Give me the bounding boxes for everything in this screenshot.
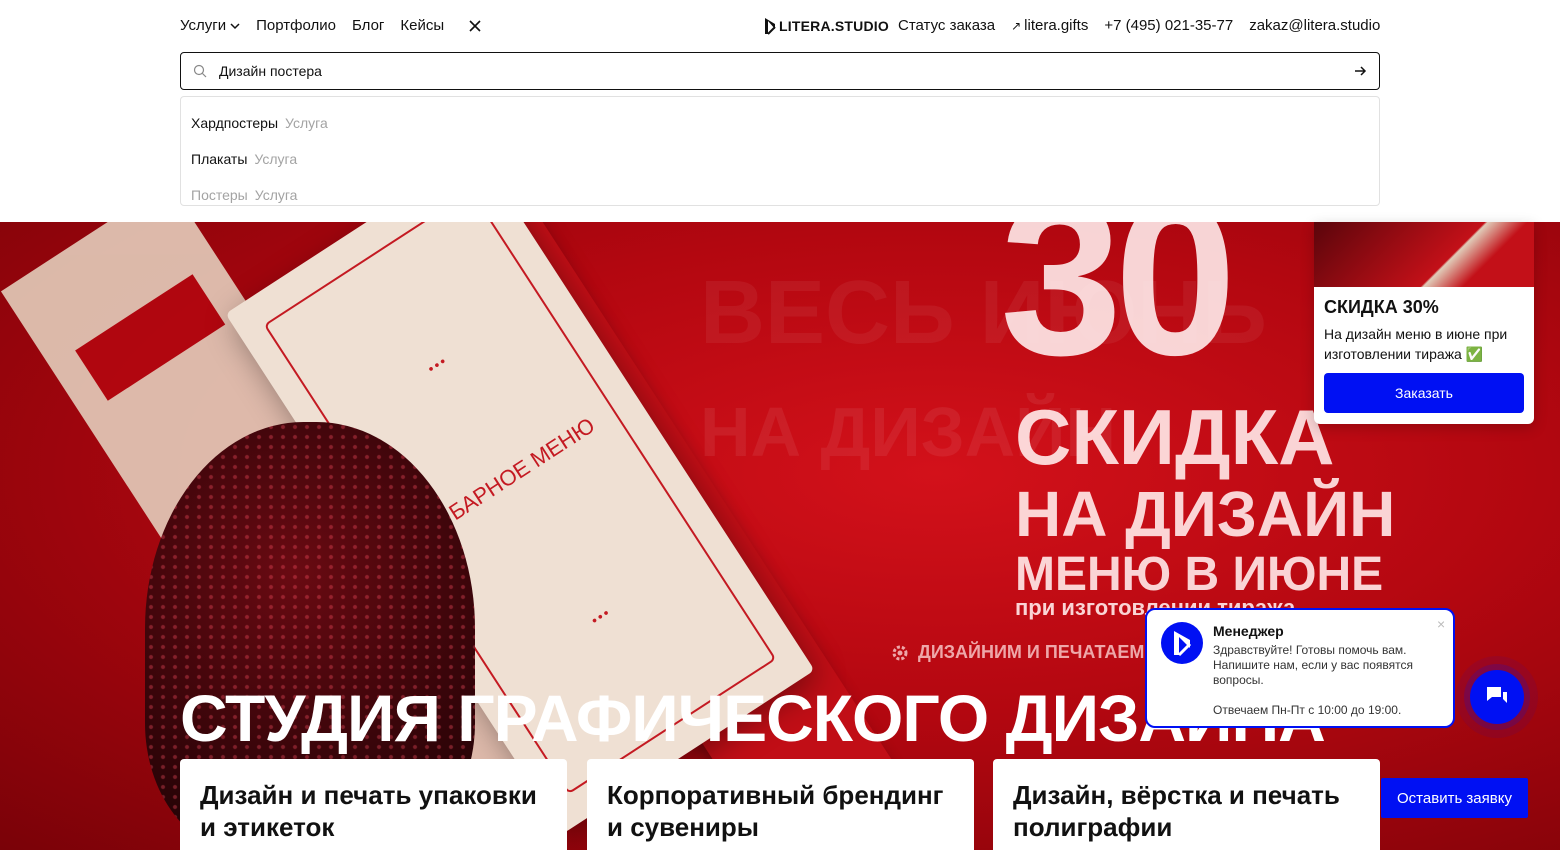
nav-portfolio[interactable]: Портфолио	[256, 17, 336, 34]
suggestion-type: Услуга	[285, 115, 328, 131]
logo-mark-icon	[1174, 631, 1192, 657]
manager-avatar	[1161, 622, 1203, 664]
hero-promo-line-3: МЕНЮ В ИЮНЕ	[1015, 548, 1384, 601]
promo-heading: СКИДКА 30%	[1324, 297, 1439, 317]
hero-tagline-text: ДИЗАЙНИМ И ПЕЧАТАЕМ Н	[918, 642, 1163, 662]
promo-popup: СКИДКА 30% На дизайн меню в июне при изг…	[1314, 222, 1534, 424]
promo-order-button[interactable]: Заказать	[1324, 373, 1524, 413]
main-nav: Услуги Портфолио Блог Кейсы	[180, 17, 482, 34]
suggestion-type: Услуга	[254, 187, 298, 203]
suggestion-name: Постеры	[191, 187, 248, 203]
leave-request-button[interactable]: Оставить заявку	[1381, 778, 1528, 818]
arrow-right-icon[interactable]	[1353, 64, 1367, 78]
nav-gifts-link[interactable]: ↗ litera.gifts	[1011, 17, 1088, 34]
search-suggestions: Хардпостеры Услуга Плакаты Услуга Постер…	[180, 96, 1380, 206]
promo-text: На дизайн меню в июне при изготовлении т…	[1324, 326, 1508, 362]
service-card-title: Дизайн, вёрстка и печать полиграфии	[1013, 780, 1340, 842]
close-search-icon[interactable]	[468, 19, 482, 33]
suggestion-item[interactable]: Плакаты Услуга	[181, 141, 1379, 177]
suggestion-item[interactable]: Постеры Услуга	[181, 177, 1379, 213]
service-card-branding[interactable]: Корпоративный брендинг и сувениры	[587, 759, 974, 850]
suggestion-type: Услуга	[254, 151, 298, 167]
external-arrow-icon: ↗	[1011, 19, 1022, 33]
contact-nav: Статус заказа ↗ litera.gifts +7 (495) 021…	[898, 17, 1380, 34]
gear-icon	[892, 645, 908, 660]
search-input[interactable]	[219, 63, 1353, 79]
search-bar	[180, 52, 1380, 90]
chat-open-button[interactable]	[1470, 670, 1524, 724]
nav-phone[interactable]: +7 (495) 021-35-77	[1104, 17, 1233, 34]
service-card-title: Корпоративный брендинг и сувениры	[607, 780, 944, 842]
logo-mark-icon	[765, 18, 776, 35]
nav-email[interactable]: zakaz@litera.studio	[1249, 17, 1380, 34]
site-logo[interactable]: LITERA.STUDIO	[764, 17, 889, 35]
chat-popup: Менеджер Здравствуйте! Готовы помочь вам…	[1145, 608, 1455, 728]
chat-manager-name: Менеджер	[1213, 623, 1284, 639]
frame-cutout	[75, 274, 226, 401]
chat-hours: Отвечаем Пн-Пт с 10:00 до 19:00.	[1213, 703, 1402, 717]
nav-services[interactable]: Услуги	[180, 17, 240, 34]
suggestion-item[interactable]: Хардпостеры Услуга	[181, 105, 1379, 141]
nav-services-label: Услуги	[180, 17, 227, 34]
hero-tagline: ДИЗАЙНИМ И ПЕЧАТАЕМ Н	[890, 642, 1162, 663]
service-card-title: Дизайн и печать упаковки и этикеток	[200, 780, 537, 842]
nav-order-status[interactable]: Статус заказа	[898, 17, 995, 34]
nav-blog[interactable]: Блог	[352, 17, 384, 34]
site-header: Услуги Портфолио Блог Кейсы LITERA.STUDI…	[0, 0, 1560, 222]
nav-cases[interactable]: Кейсы	[400, 17, 444, 34]
service-card-printing[interactable]: Дизайн, вёрстка и печать полиграфии	[993, 759, 1380, 850]
hero-promo-line-1: СКИДКА	[1015, 393, 1335, 481]
logo-text: LITERA.STUDIO	[779, 18, 889, 34]
search-icon	[193, 64, 207, 78]
hero-promo-line-2: НА ДИЗАЙН	[1015, 478, 1396, 550]
promo-image	[1314, 222, 1534, 287]
hero-big-number: 30	[1000, 222, 1237, 401]
chat-message: Здравствуйте! Готовы помочь вам. Напишит…	[1213, 643, 1414, 687]
close-icon[interactable]: ×	[1437, 616, 1445, 632]
suggestion-name: Хардпостеры	[191, 115, 279, 131]
chat-icon	[1487, 687, 1507, 703]
suggestion-name: Плакаты	[191, 151, 248, 167]
gifts-label: litera.gifts	[1024, 17, 1089, 34]
chevron-down-icon	[230, 22, 240, 29]
service-card-packaging[interactable]: Дизайн и печать упаковки и этикеток	[180, 759, 567, 850]
